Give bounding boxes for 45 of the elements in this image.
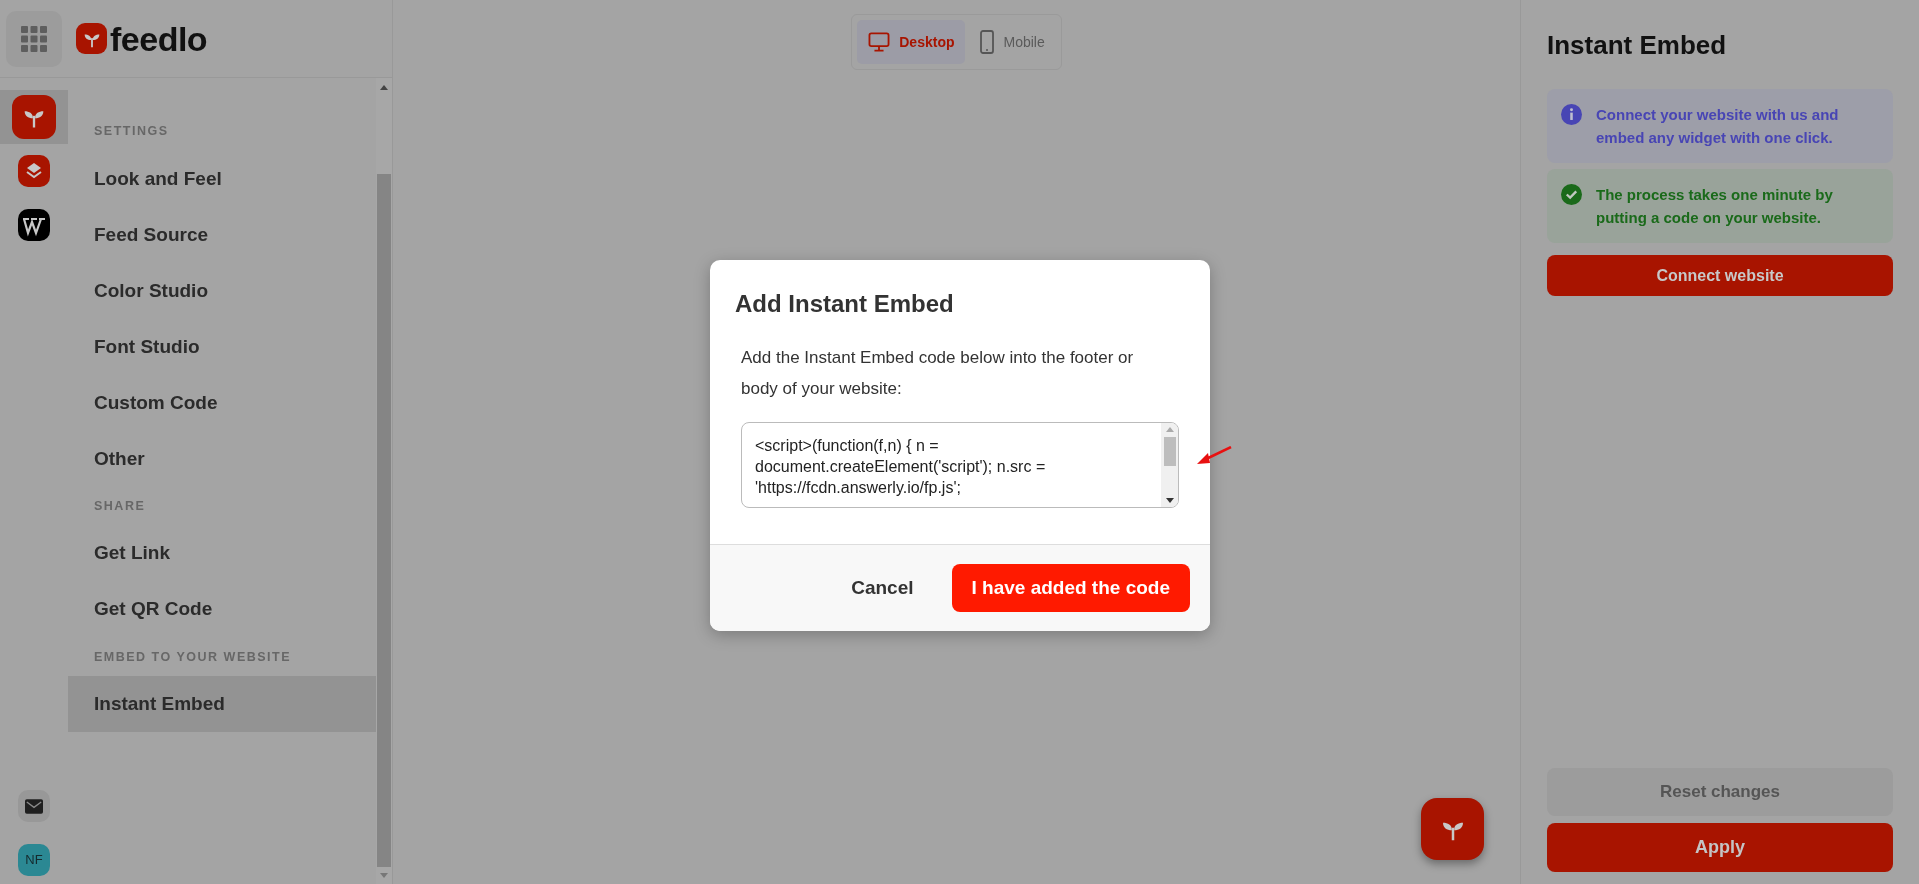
nav-item[interactable]: Color Studio [68, 262, 376, 319]
section-heading: SETTINGS [93, 123, 170, 140]
view-tab[interactable]: Mobile [969, 20, 1056, 64]
panel-title: Instant Embed [1547, 29, 1728, 62]
notice-text: The process takes one minute by putting a code on your website. [1596, 185, 1834, 228]
nav-item[interactable]: Custom Code [68, 374, 376, 431]
sprout-logo-icon [76, 23, 107, 54]
apply-button[interactable]: Apply [1547, 823, 1893, 872]
nav-item[interactable]: Look and Feel [68, 150, 376, 207]
modal-text: Add the Instant Embed code below into the footer or body of your website: [740, 347, 1135, 400]
scroll-thumb[interactable] [1163, 437, 1176, 466]
confirm-button[interactable]: I have added the code [951, 564, 1190, 612]
section-heading: SHARE [93, 497, 147, 515]
info-icon [1561, 104, 1582, 125]
user-avatar[interactable]: NF [18, 844, 50, 876]
monitor-icon [868, 32, 891, 52]
phone-icon [980, 30, 995, 54]
logo-text: feedlo [110, 21, 208, 56]
notice-text: Connect your website with us and embed any widget with one click. [1596, 105, 1840, 148]
modal-title: Add Instant Embed [735, 289, 955, 319]
floating-chat-button[interactable] [1421, 798, 1484, 860]
nav-item[interactable]: Get QR Code [68, 581, 376, 638]
scroll-thumb[interactable] [377, 174, 391, 867]
sprout-logo-icon [12, 95, 56, 139]
nav-item[interactable]: Get Link [68, 525, 376, 582]
nav-item[interactable]: Other [68, 430, 376, 487]
wordpress-icon [18, 209, 50, 241]
mail-button[interactable] [18, 790, 50, 822]
code-text: <script>(function(f,n) { n = document.createElement('script'); n.src = 'https://fcdn.answerly.io/fp.js'; [754, 436, 1047, 498]
cancel-button[interactable]: Cancel [841, 564, 924, 612]
nav-item[interactable]: Instant Embed [68, 676, 376, 733]
nav-item[interactable]: Feed Source [68, 206, 376, 263]
check-circle-icon [1561, 184, 1582, 205]
scroll-up-icon[interactable] [380, 85, 388, 90]
section-heading: EMBED TO YOUR WEBSITE [93, 648, 293, 666]
layers-icon [18, 155, 50, 187]
grid-icon [21, 25, 47, 52]
nav-item[interactable]: Font Studio [68, 318, 376, 375]
app-grid-button[interactable] [6, 10, 62, 67]
scroll-down-icon[interactable] [1165, 498, 1174, 503]
app-switch-button[interactable] [0, 90, 68, 144]
mail-icon [25, 798, 43, 814]
connect-website-button[interactable]: Connect website [1547, 255, 1893, 296]
code-field[interactable]: <script>(function(f,n) { n = document.createElement('script'); n.src = 'https://fcdn.answerly.io/fp.js'; [741, 422, 1179, 508]
pointer-arrow [1196, 446, 1232, 466]
